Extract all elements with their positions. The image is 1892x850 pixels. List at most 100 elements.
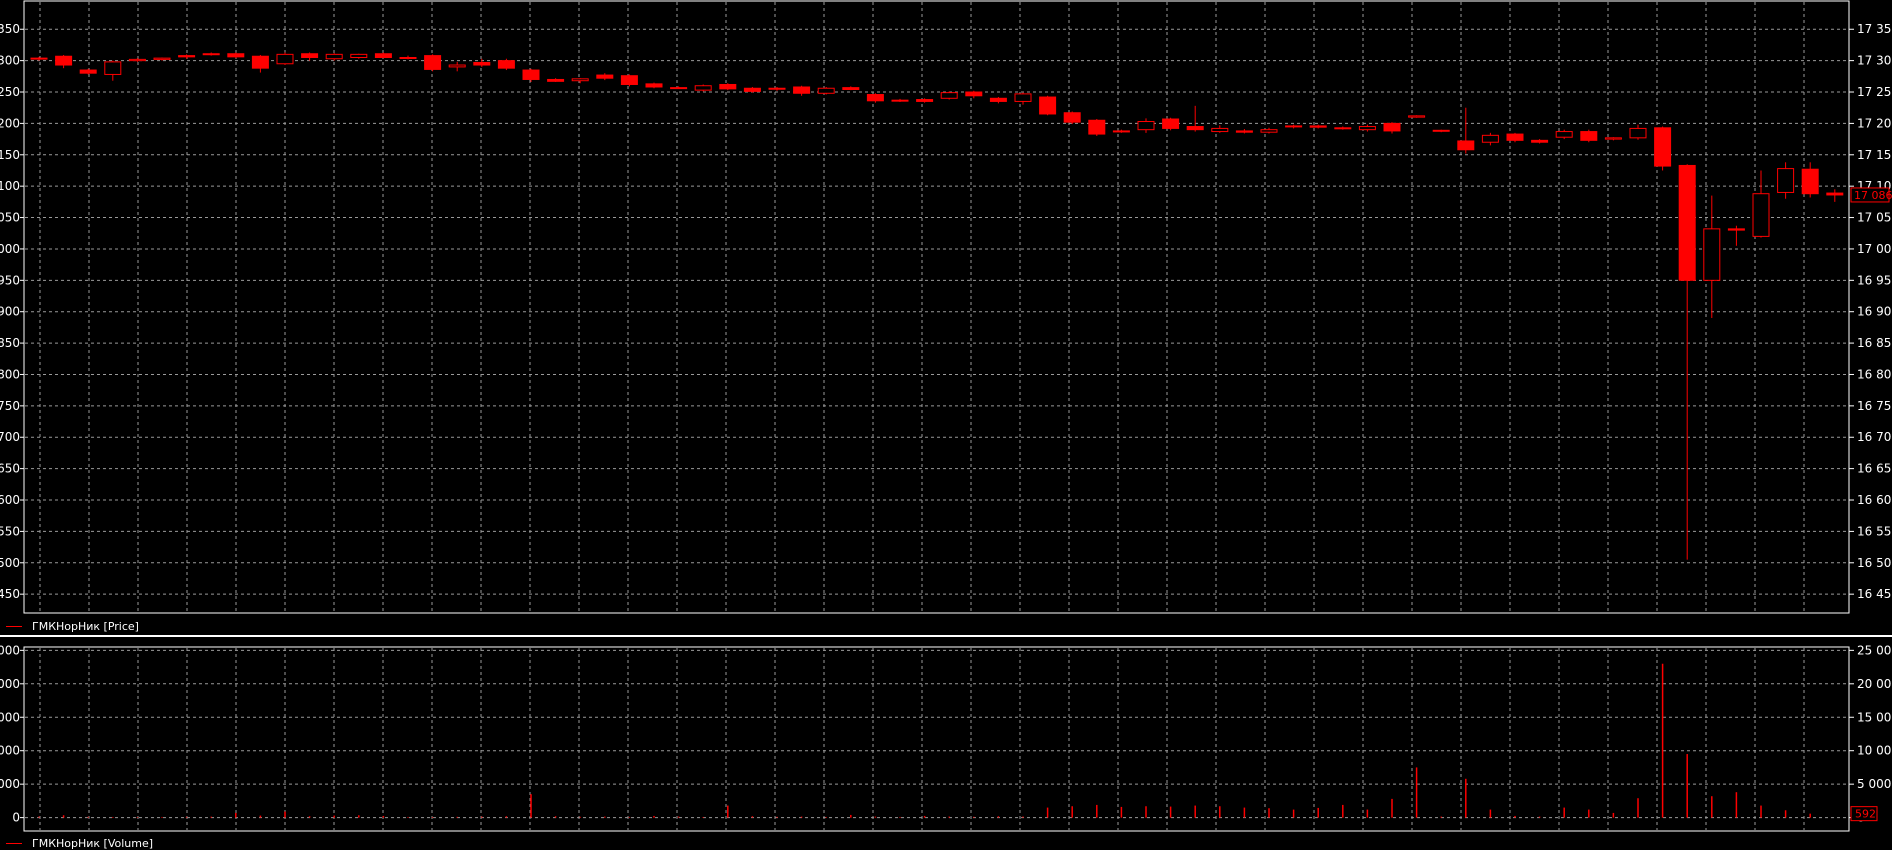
candle-body xyxy=(227,53,245,58)
candle-body xyxy=(719,83,737,90)
candle-body xyxy=(128,58,146,62)
candle-body xyxy=(522,69,540,80)
price-tick-label-left: 000 xyxy=(0,242,20,256)
candle-body xyxy=(448,64,466,68)
candle-body xyxy=(1678,164,1696,281)
candle xyxy=(1580,129,1598,143)
price-tick-label-right: 16 500 xyxy=(1857,556,1892,570)
price-tick-label-right: 16 750 xyxy=(1857,399,1892,413)
candle-body xyxy=(940,92,958,99)
price-tick-label-left: 850 xyxy=(0,336,20,350)
candle-body xyxy=(1752,193,1770,237)
candle-body xyxy=(30,57,48,60)
candle xyxy=(424,54,442,72)
candle xyxy=(1088,119,1106,136)
candle-body xyxy=(989,97,1007,102)
candle xyxy=(620,74,638,87)
candle-body xyxy=(1162,118,1180,129)
candle-body xyxy=(1260,129,1278,133)
price-tick-label-left: 300 xyxy=(0,54,20,68)
price-tick-label-right: 16 650 xyxy=(1857,462,1892,476)
candle-body xyxy=(1383,122,1401,132)
price-tick-label-right: 17 150 xyxy=(1857,148,1892,162)
chart-canvas: 17 350 350 17 300 300 17 250 250 17 200 200 17 1… xyxy=(0,0,1892,848)
candle xyxy=(1506,132,1524,143)
candle-body xyxy=(1186,126,1204,131)
volume-tick-label-left: 000 xyxy=(0,677,20,691)
candle xyxy=(79,68,97,75)
price-tick-label-left: 100 xyxy=(0,179,20,193)
price-tick-label-right: 17 050 xyxy=(1857,211,1892,225)
candle-body xyxy=(793,86,811,94)
candle xyxy=(227,52,245,59)
candle xyxy=(743,86,761,93)
candle-body xyxy=(1285,125,1303,128)
candle-body xyxy=(1235,130,1253,133)
candle xyxy=(1654,126,1672,171)
candle-body xyxy=(178,55,196,58)
price-tick-label-left: 250 xyxy=(0,85,20,99)
candle-body xyxy=(1211,127,1229,133)
price-tick-label-left: 200 xyxy=(0,116,20,130)
candle-body xyxy=(276,53,294,65)
price-tick-label-right: 16 450 xyxy=(1857,587,1892,601)
candle-body xyxy=(743,87,761,92)
candle-body xyxy=(1826,192,1844,196)
price-tick-label-left: 150 xyxy=(0,148,20,162)
candle-body xyxy=(1039,96,1057,115)
candle-body xyxy=(1580,131,1598,141)
candle-body xyxy=(374,53,392,58)
price-legend-swatch xyxy=(6,626,22,627)
candle-body xyxy=(916,99,934,102)
candle xyxy=(276,52,294,66)
price-tick-label-right: 16 800 xyxy=(1857,367,1892,381)
candle-body xyxy=(1014,93,1032,102)
price-tick-label-left: 450 xyxy=(0,587,20,601)
candle-body xyxy=(1629,127,1647,139)
price-tick-label-right: 16 850 xyxy=(1857,336,1892,350)
volume-legend: ГМКНорНик [Volume] xyxy=(0,837,153,850)
price-legend: ГМКНорНик [Price] xyxy=(0,620,139,633)
volume-tick-label-left: 000 xyxy=(0,744,20,758)
candle-body xyxy=(1088,119,1106,135)
candle-body xyxy=(1334,127,1352,130)
candle-body xyxy=(202,53,220,56)
candle xyxy=(1039,95,1057,116)
price-tick-label-right: 17 200 xyxy=(1857,116,1892,130)
candle-body xyxy=(1137,121,1155,131)
last-price-label: 17 086 xyxy=(1854,189,1892,202)
candle-body xyxy=(1358,126,1376,131)
candle-body xyxy=(153,57,171,60)
candle-body xyxy=(596,74,614,79)
candle-body xyxy=(1506,133,1524,141)
candle-body xyxy=(694,85,712,91)
candle-body xyxy=(965,91,983,97)
price-tick-label-left: 050 xyxy=(0,211,20,225)
price-tick-label-right: 16 600 xyxy=(1857,493,1892,507)
volume-tick-label-right: 10 000 xyxy=(1857,744,1892,758)
candle-body xyxy=(1727,228,1745,231)
candle-body xyxy=(817,87,835,94)
candle-body xyxy=(399,56,417,59)
price-tick-label-left: 700 xyxy=(0,430,20,444)
price-tick-label-right: 17 000 xyxy=(1857,242,1892,256)
candle-body xyxy=(866,94,884,102)
candle-body xyxy=(1457,140,1475,151)
candle-body xyxy=(79,69,97,74)
candle-body xyxy=(842,87,860,91)
price-tick-label-right: 16 900 xyxy=(1857,305,1892,319)
candle-body xyxy=(620,75,638,85)
candle-body xyxy=(1604,137,1622,140)
candle-body xyxy=(1432,129,1450,132)
candle-body xyxy=(55,55,73,66)
price-tick-label-right: 17 300 xyxy=(1857,54,1892,68)
candle-body xyxy=(571,78,589,82)
candle xyxy=(497,58,515,71)
price-tick-label-left: 800 xyxy=(0,367,20,381)
candle-body xyxy=(301,53,319,58)
volume-tick-label-left: 0 xyxy=(12,811,20,825)
price-tick-label-left: 750 xyxy=(0,399,20,413)
price-tick-label-left: 600 xyxy=(0,493,20,507)
candle xyxy=(817,86,835,95)
candle-body xyxy=(1777,168,1795,193)
